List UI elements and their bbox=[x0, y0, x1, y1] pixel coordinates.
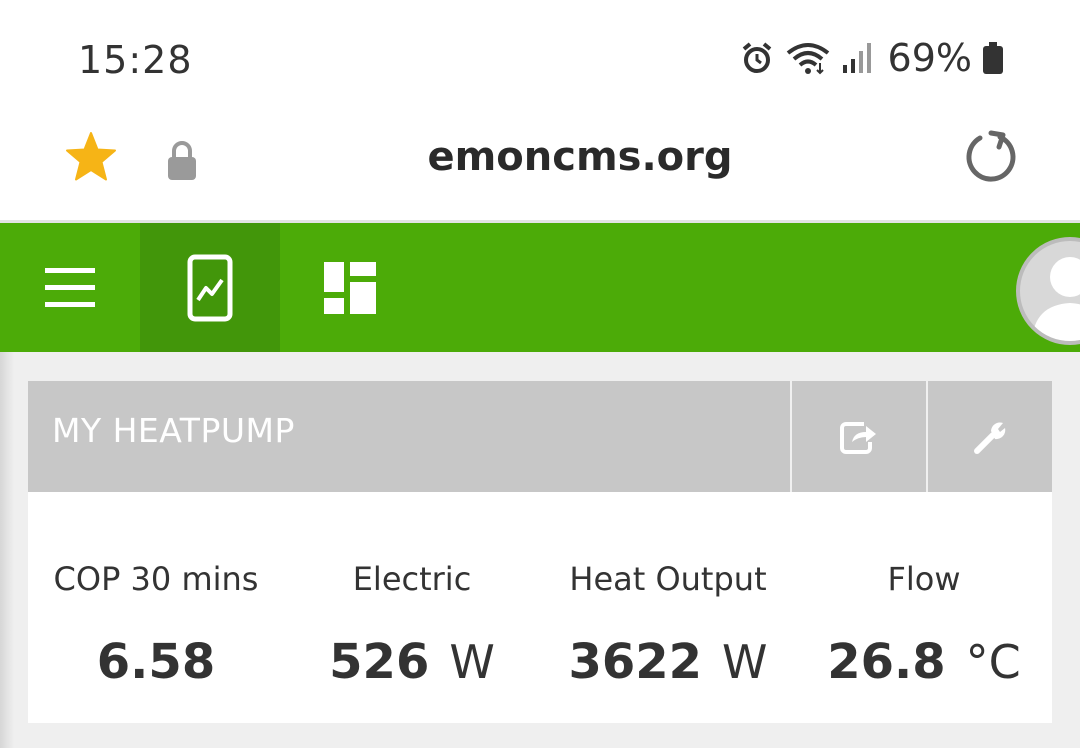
panel-title: MY HEATPUMP bbox=[52, 411, 295, 450]
status-time: 15:28 bbox=[78, 38, 193, 82]
metric-number: 6.58 bbox=[96, 634, 216, 690]
metric-electric: Electric 526 W bbox=[284, 492, 540, 723]
metric-number: 3622 bbox=[568, 634, 703, 690]
metric-flow: Flow 26.8 °C bbox=[796, 492, 1052, 723]
metric-number: 26.8 bbox=[827, 634, 946, 690]
dashboard-icon bbox=[324, 261, 376, 314]
metric-unit: W bbox=[722, 635, 768, 689]
user-avatar-icon bbox=[1032, 257, 1080, 341]
metric-unit: W bbox=[449, 635, 495, 689]
metric-label: Flow bbox=[887, 560, 961, 598]
menu-icon bbox=[45, 267, 95, 307]
metric-value: 3622 W bbox=[540, 634, 796, 690]
share-button[interactable] bbox=[790, 381, 926, 492]
metric-label: COP 30 mins bbox=[53, 560, 259, 598]
status-icons: 69% bbox=[740, 36, 1004, 80]
app-button[interactable] bbox=[140, 223, 280, 352]
metric-cop: COP 30 mins 6.58 bbox=[28, 492, 284, 723]
metric-unit: °C bbox=[965, 635, 1021, 689]
reload-icon[interactable] bbox=[960, 128, 1018, 186]
share-icon bbox=[840, 421, 876, 454]
user-avatar[interactable] bbox=[1016, 237, 1080, 345]
battery-percent: 69% bbox=[887, 36, 972, 80]
menu-button[interactable] bbox=[0, 223, 140, 352]
app-nav-bar bbox=[0, 223, 1080, 352]
metric-label: Heat Output bbox=[569, 560, 767, 598]
dashboard-button[interactable] bbox=[280, 223, 420, 352]
metric-value: 526 W bbox=[284, 634, 540, 690]
app-icon bbox=[187, 254, 233, 321]
metric-value: 26.8 °C bbox=[796, 634, 1052, 690]
metric-value: 6.58 bbox=[28, 634, 284, 690]
left-edge-shadow bbox=[0, 352, 14, 748]
metric-label: Electric bbox=[352, 560, 472, 598]
battery-icon bbox=[983, 42, 1003, 74]
metric-number: 526 bbox=[329, 634, 430, 690]
wrench-icon bbox=[974, 421, 1006, 454]
browser-url-bar: emoncms.org bbox=[0, 110, 1080, 223]
panel-header: MY HEATPUMP bbox=[28, 381, 1052, 492]
url-text[interactable]: emoncms.org bbox=[0, 134, 1080, 180]
status-bar: 15:28 69% bbox=[0, 0, 1080, 110]
configure-button[interactable] bbox=[926, 381, 1054, 492]
panel-body: COP 30 mins 6.58 Electric 526 W Heat Outp… bbox=[28, 492, 1052, 723]
wifi-icon bbox=[786, 43, 829, 75]
signal-icon bbox=[842, 43, 871, 73]
alarm-icon bbox=[742, 42, 771, 73]
metric-heat-output: Heat Output 3622 W bbox=[540, 492, 796, 723]
